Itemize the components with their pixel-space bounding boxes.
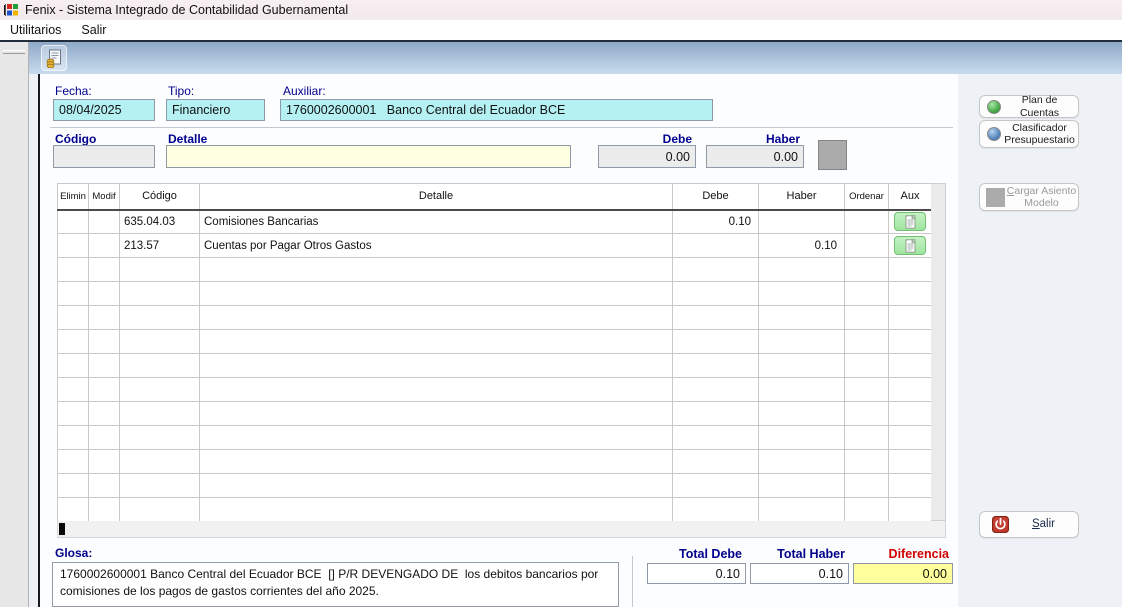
cell-debe[interactable]	[673, 234, 759, 258]
main-toolbar	[29, 42, 1122, 74]
note-icon	[905, 239, 916, 253]
section-divider	[50, 127, 953, 129]
cell-modif[interactable]	[89, 234, 120, 258]
scrollbar-thumb[interactable]	[59, 523, 65, 535]
diferencia-value: 0.00	[853, 563, 953, 584]
salir-label: Salir	[1009, 518, 1078, 531]
debe-entry-input[interactable]: 0.00	[598, 145, 696, 168]
total-haber-label: Total Haber	[750, 547, 845, 561]
title-bar: Fenix - Sistema Integrado de Contabilida…	[0, 0, 1122, 20]
cell-elimin[interactable]	[58, 210, 89, 234]
table-row-empty	[58, 498, 932, 522]
col-header-detalle: Detalle	[200, 184, 673, 210]
power-icon	[992, 516, 1009, 533]
table-row: 635.04.03 Comisiones Bancarias 0.10	[58, 210, 932, 234]
auxiliar-label: Auxiliar:	[283, 84, 326, 98]
application-window: Fenix - Sistema Integrado de Contabilida…	[0, 0, 1122, 607]
splitter-handle[interactable]	[3, 50, 25, 54]
grid-body: 635.04.03 Comisiones Bancarias 0.10	[58, 210, 932, 522]
cell-codigo[interactable]: 635.04.03	[120, 210, 200, 234]
table-row-empty	[58, 354, 932, 378]
menu-bar: Utilitarios Salir	[0, 20, 1122, 42]
col-header-elimin: Elimin	[58, 184, 89, 210]
cell-haber[interactable]	[759, 210, 845, 234]
menu-utilitarios[interactable]: Utilitarios	[0, 20, 71, 40]
app-logo-icon	[4, 2, 20, 18]
cell-codigo[interactable]: 213.57	[120, 234, 200, 258]
note-icon	[905, 215, 916, 229]
auxiliar-input[interactable]: 1760002600001 Banco Central del Ecuador …	[280, 99, 713, 121]
haber-entry-label: Haber	[706, 132, 800, 146]
cell-elimin[interactable]	[58, 234, 89, 258]
plan-de-cuentas-label: Plan de Cuentas	[1001, 94, 1078, 118]
table-row-empty	[58, 282, 932, 306]
total-debe-label: Total Debe	[647, 547, 742, 561]
tipo-label: Tipo:	[168, 84, 194, 98]
green-sphere-icon	[987, 100, 1001, 114]
debe-entry-label: Debe	[598, 132, 692, 146]
cell-ordenar[interactable]	[845, 210, 889, 234]
clasificador-label-line1: Clasificador	[1001, 122, 1078, 134]
aux-button[interactable]	[894, 236, 926, 255]
grid-horizontal-scrollbar[interactable]	[57, 521, 946, 538]
footer-divider	[632, 556, 633, 607]
cell-aux	[889, 210, 932, 234]
col-header-modif: Modif	[89, 184, 120, 210]
gray-square-icon	[986, 188, 1005, 207]
table-row-empty	[58, 378, 932, 402]
cell-detalle[interactable]: Comisiones Bancarias	[200, 210, 673, 234]
menu-salir[interactable]: Salir	[71, 20, 116, 40]
clasificador-presupuestario-button[interactable]: Clasificador Presupuestario	[979, 120, 1079, 148]
col-header-codigo: Código	[120, 184, 200, 210]
document-coins-icon	[45, 49, 63, 68]
grid-vertical-scrollbar[interactable]	[931, 183, 946, 521]
table-row-empty	[58, 306, 932, 330]
table-row-empty	[58, 258, 932, 282]
table-row-empty	[58, 450, 932, 474]
fecha-label: Fecha:	[55, 84, 92, 98]
add-line-button[interactable]	[818, 140, 847, 170]
salir-button[interactable]: Salir	[979, 511, 1079, 538]
aux-button[interactable]	[894, 212, 926, 231]
cargar-label-line2: Modelo	[1005, 197, 1078, 209]
glosa-textarea[interactable]: 1760002600001 Banco Central del Ecuador …	[52, 562, 619, 607]
diferencia-label: Diferencia	[853, 547, 949, 561]
total-haber-value: 0.10	[750, 563, 849, 584]
cargar-label-line1: Cargar Asiento	[1005, 185, 1078, 197]
plan-de-cuentas-button[interactable]: Plan de Cuentas	[979, 95, 1079, 118]
haber-entry-input[interactable]: 0.00	[706, 145, 804, 168]
table-row: 213.57 Cuentas por Pagar Otros Gastos 0.…	[58, 234, 932, 258]
total-debe-value: 0.10	[647, 563, 746, 584]
cell-debe[interactable]: 0.10	[673, 210, 759, 234]
new-voucher-button[interactable]	[41, 45, 67, 71]
codigo-entry-input[interactable]	[53, 145, 155, 168]
table-row-empty	[58, 402, 932, 426]
table-row-empty	[58, 330, 932, 354]
fecha-input[interactable]: 08/04/2025	[53, 99, 155, 121]
entries-grid: Elimin Modif Código Detalle Debe Haber O…	[57, 183, 932, 522]
glosa-label: Glosa:	[55, 546, 92, 560]
cell-aux	[889, 234, 932, 258]
col-header-debe: Debe	[673, 184, 759, 210]
detalle-entry-input[interactable]	[166, 145, 571, 168]
col-header-ordenar: Ordenar	[845, 184, 889, 210]
cell-detalle[interactable]: Cuentas por Pagar Otros Gastos	[200, 234, 673, 258]
detalle-entry-label: Detalle	[168, 132, 207, 146]
col-header-aux: Aux	[889, 184, 932, 210]
codigo-entry-label: Código	[55, 132, 96, 146]
grid-header-row: Elimin Modif Código Detalle Debe Haber O…	[58, 184, 932, 210]
cargar-asiento-modelo-button[interactable]: Cargar Asiento Modelo	[979, 183, 1079, 211]
tipo-input[interactable]: Financiero	[166, 99, 265, 121]
col-header-haber: Haber	[759, 184, 845, 210]
cell-ordenar[interactable]	[845, 234, 889, 258]
table-row-empty	[58, 474, 932, 498]
clasificador-label-line2: Presupuestario	[1001, 134, 1078, 146]
blue-sphere-icon	[987, 127, 1001, 141]
window-title: Fenix - Sistema Integrado de Contabilida…	[25, 3, 348, 17]
left-sidebar	[0, 42, 29, 607]
cell-modif[interactable]	[89, 210, 120, 234]
table-row-empty	[58, 426, 932, 450]
cell-haber[interactable]: 0.10	[759, 234, 845, 258]
